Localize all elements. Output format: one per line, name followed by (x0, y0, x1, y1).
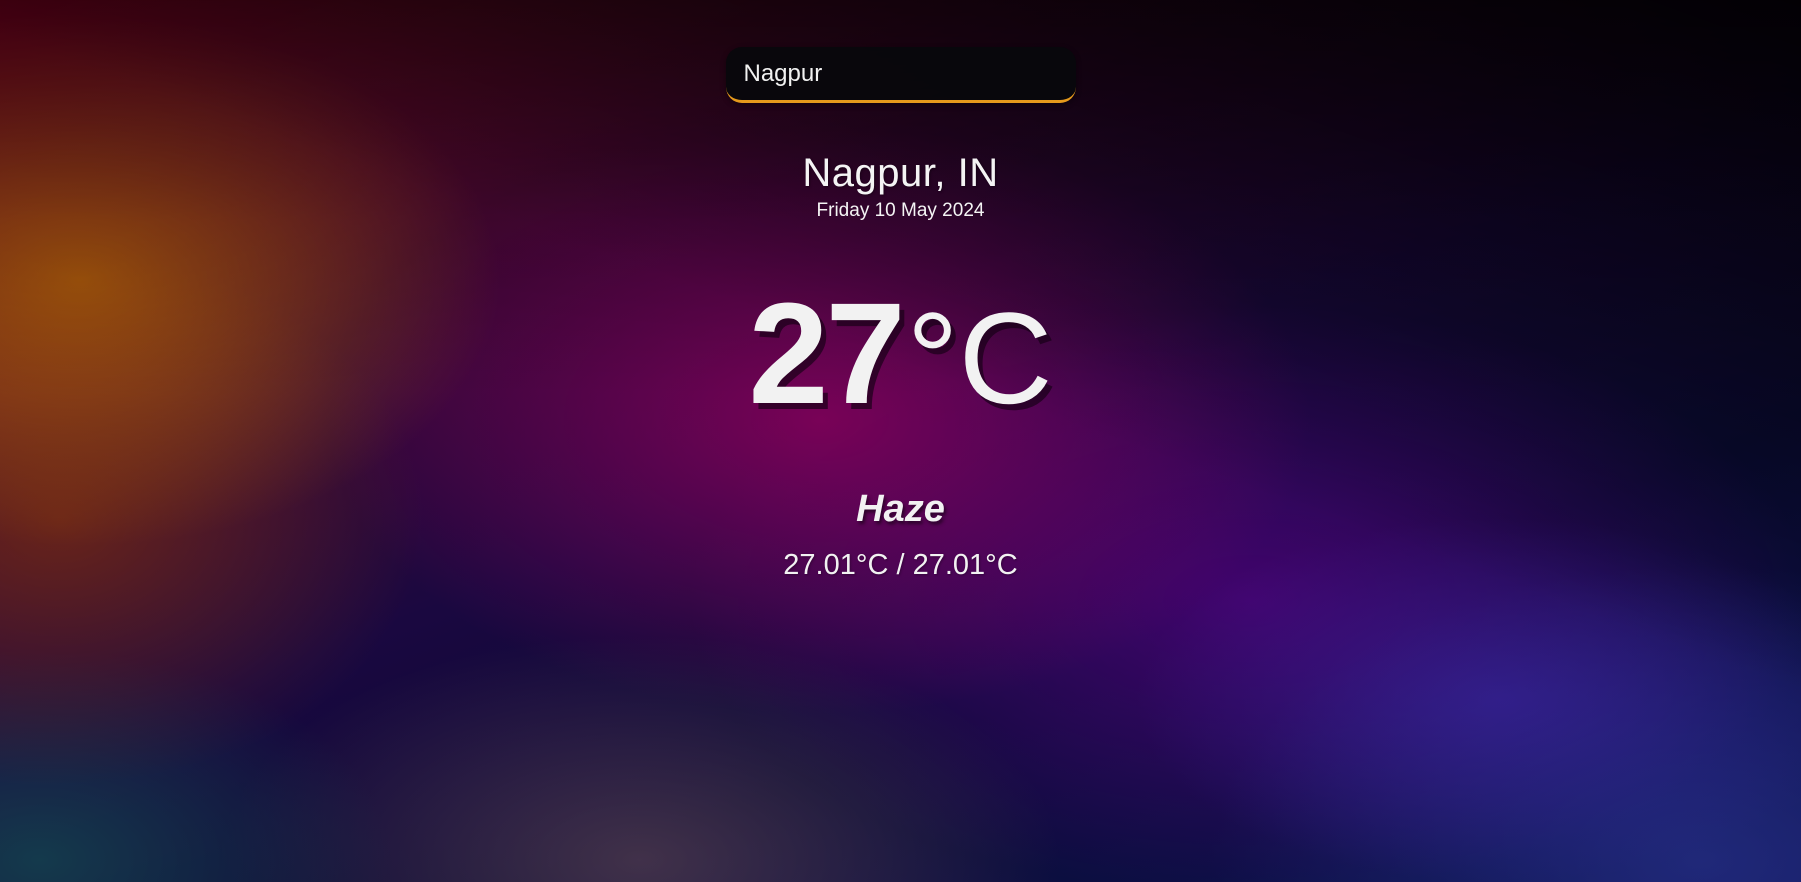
temperature-range: 27.01°C / 27.01°C (783, 549, 1018, 581)
search-input[interactable] (743, 59, 1058, 88)
weather-condition: Haze (856, 488, 945, 530)
temperature-value: 27 (748, 273, 905, 434)
location-block: Nagpur, IN Friday 10 May 2024 (802, 151, 998, 222)
city-name: Nagpur, IN (802, 151, 999, 195)
weather-app: Nagpur, IN Friday 10 May 2024 27 °C Haze… (0, 0, 1801, 882)
temperature-unit: °C (906, 285, 1053, 431)
current-temperature: 27 °C (748, 282, 1052, 426)
current-date: Friday 10 May 2024 (816, 200, 985, 221)
search-box[interactable] (725, 47, 1076, 103)
